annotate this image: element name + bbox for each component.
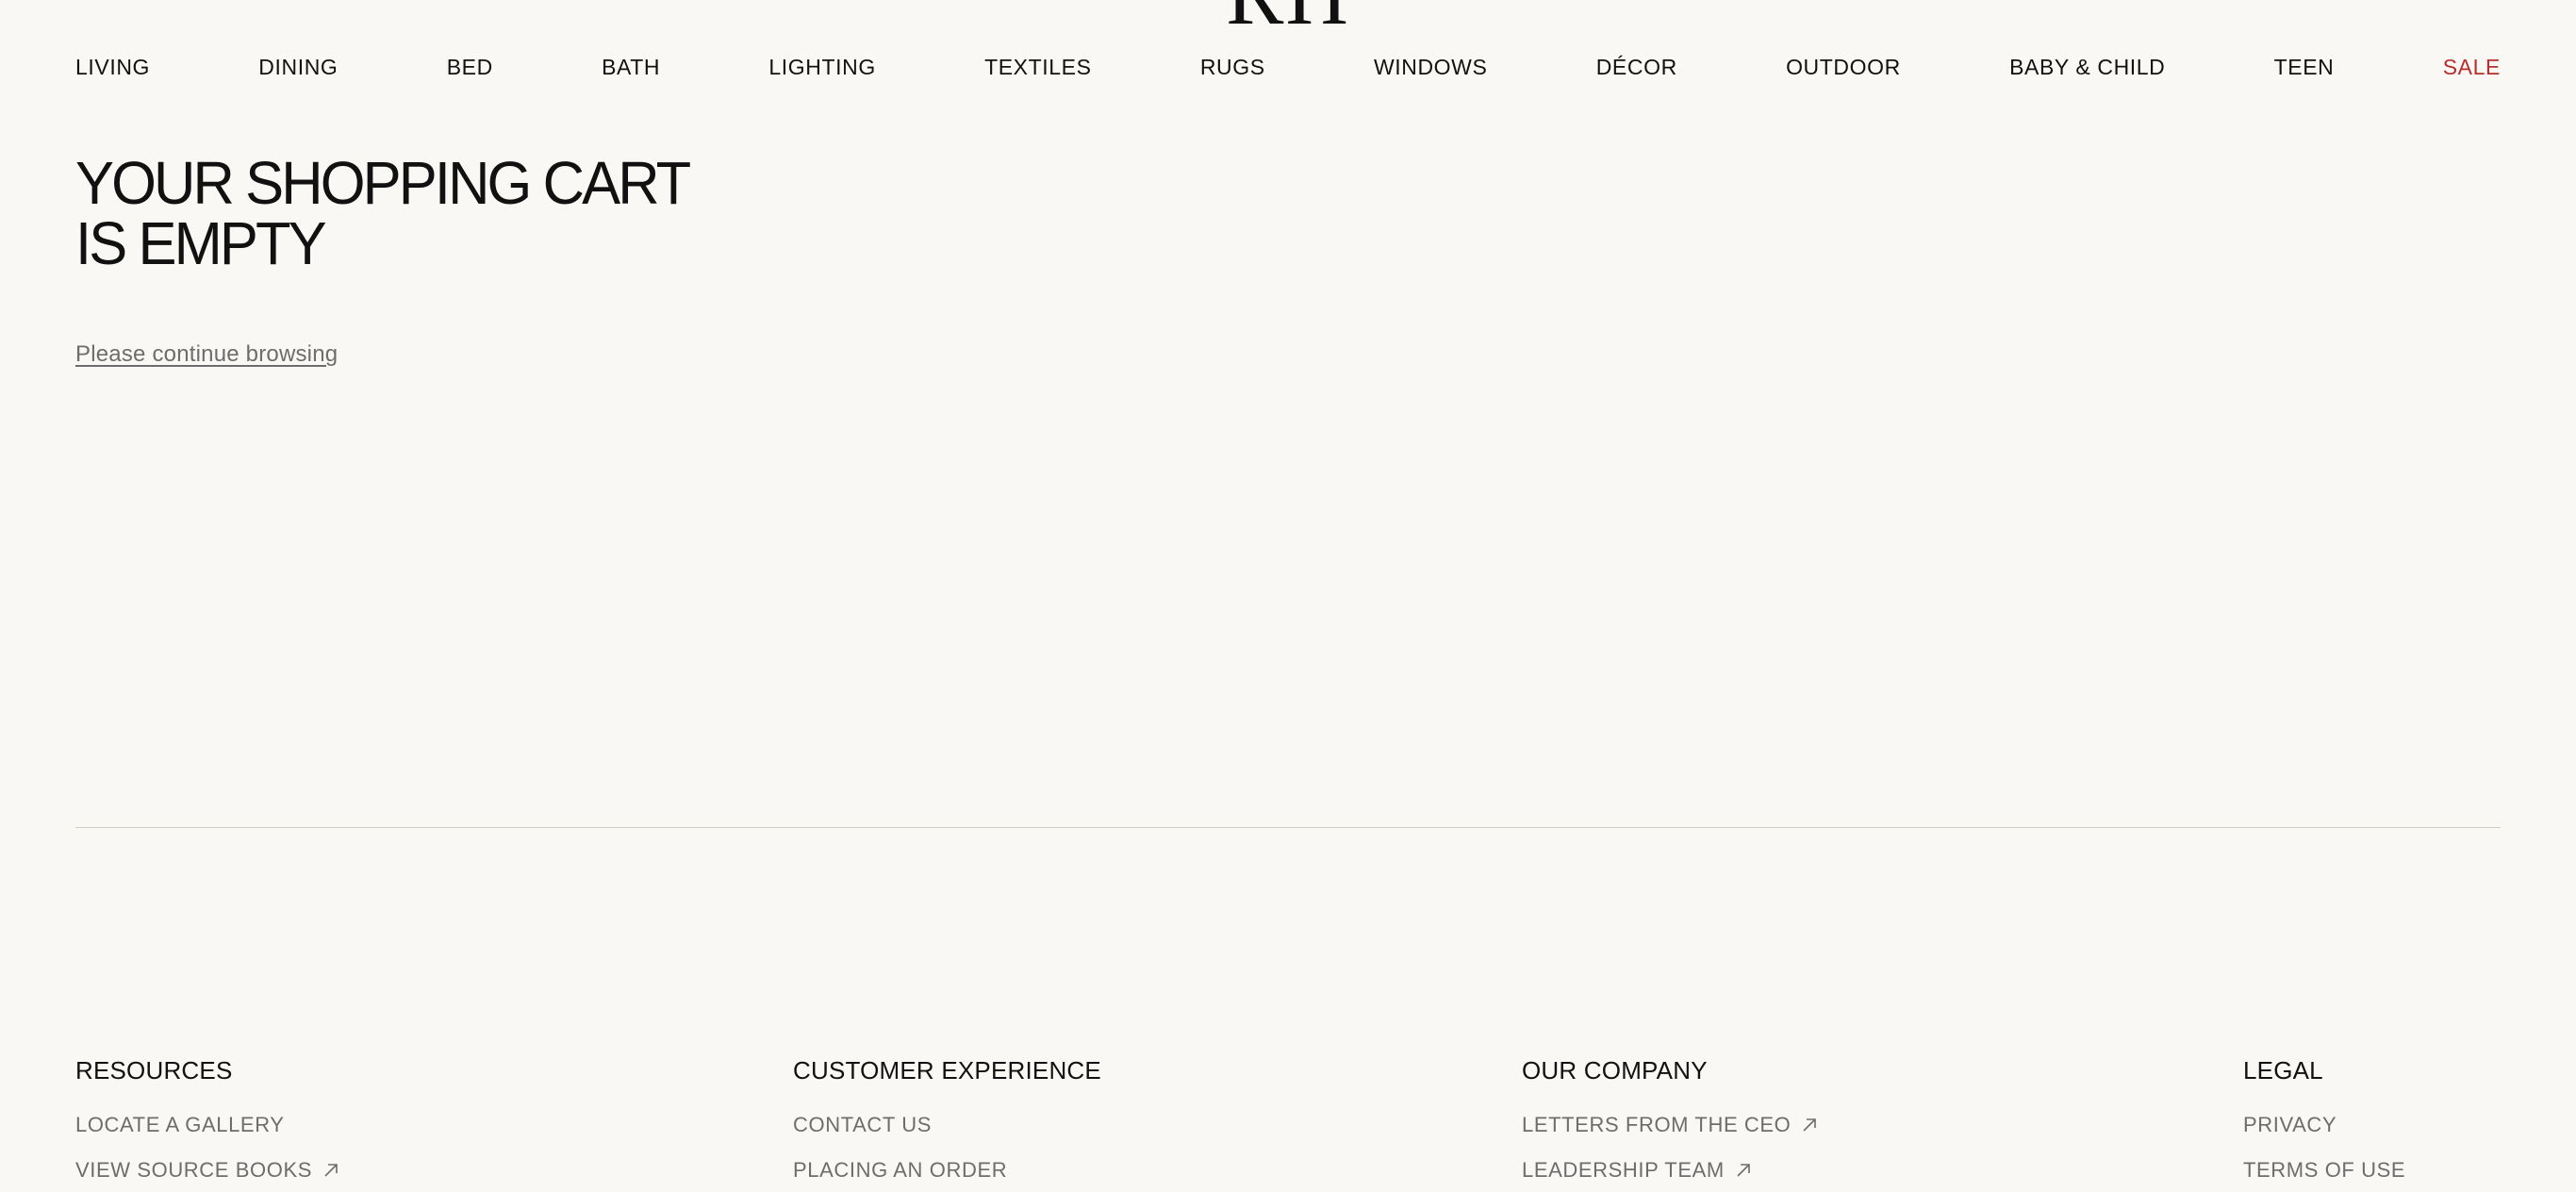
nav-item-bath[interactable]: BATH xyxy=(602,55,660,79)
nav-item-living[interactable]: LIVING xyxy=(75,55,150,79)
nav-item-teen[interactable]: TEEN xyxy=(2274,55,2335,79)
nav-item-textiles[interactable]: TEXTILES xyxy=(984,55,1091,79)
footer-heading-our-company: OUR COMPANY xyxy=(1522,1056,1708,1084)
footer-link-label: LEADERSHIP TEAM xyxy=(1522,1158,1725,1182)
footer-column-customer-experience: CUSTOMER EXPERIENCE CONTACT US PLACING A… xyxy=(793,1056,1101,1183)
footer-link-privacy[interactable]: PRIVACY xyxy=(2243,1113,2405,1137)
footer-link-leadership-team[interactable]: LEADERSHIP TEAM xyxy=(1522,1158,1817,1183)
footer-link-view-source-books[interactable]: VIEW SOURCE BOOKS xyxy=(75,1158,339,1183)
nav-item-bed[interactable]: BED xyxy=(447,55,493,79)
continue-browsing-link[interactable]: Please continue browsing xyxy=(75,341,338,368)
footer-divider xyxy=(75,827,2501,828)
main-navigation: LIVING DINING BED BATH LIGHTING TEXTILES… xyxy=(75,55,2501,79)
nav-item-windows[interactable]: WINDOWS xyxy=(1374,55,1487,79)
footer-column-resources: RESOURCES LOCATE A GALLERY VIEW SOURCE B… xyxy=(75,1056,339,1183)
nav-item-lighting[interactable]: LIGHTING xyxy=(768,55,875,79)
nav-item-sale[interactable]: SALE xyxy=(2443,55,2501,79)
external-link-icon xyxy=(1802,1118,1817,1133)
footer-column-our-company: OUR COMPANY LETTERS FROM THE CEO LEADERS… xyxy=(1522,1056,1817,1183)
footer-link-label: PRIVACY xyxy=(2243,1113,2337,1136)
page-title: YOUR SHOPPING CART IS EMPTY xyxy=(75,149,690,277)
footer-link-label: TERMS OF USE xyxy=(2243,1158,2406,1182)
footer-link-label: PLACING AN ORDER xyxy=(793,1158,1008,1182)
footer-link-letters-from-ceo[interactable]: LETTERS FROM THE CEO xyxy=(1522,1113,1817,1137)
footer-link-label: CONTACT US xyxy=(793,1113,932,1136)
footer-heading-legal: LEGAL xyxy=(2243,1056,2323,1084)
nav-item-dining[interactable]: DINING xyxy=(258,55,338,79)
external-link-icon xyxy=(323,1163,339,1178)
rh-logo[interactable]: RH xyxy=(1222,0,1354,38)
footer-link-contact-us[interactable]: CONTACT US xyxy=(793,1113,1101,1137)
footer-link-terms-of-use[interactable]: TERMS OF USE xyxy=(2243,1158,2405,1183)
external-link-icon xyxy=(1736,1163,1751,1178)
footer-heading-resources: RESOURCES xyxy=(75,1056,233,1084)
footer-link-placing-order[interactable]: PLACING AN ORDER xyxy=(793,1158,1101,1183)
nav-item-outdoor[interactable]: OUTDOOR xyxy=(1786,55,1901,79)
footer-column-legal: LEGAL PRIVACY TERMS OF USE xyxy=(2243,1056,2405,1183)
footer-link-label: LOCATE A GALLERY xyxy=(75,1113,285,1136)
nav-item-rugs[interactable]: RUGS xyxy=(1200,55,1265,79)
footer-heading-customer-experience: CUSTOMER EXPERIENCE xyxy=(793,1056,1101,1084)
nav-item-decor[interactable]: DÉCOR xyxy=(1596,55,1677,79)
footer-link-label: VIEW SOURCE BOOKS xyxy=(75,1158,313,1182)
nav-item-baby-child[interactable]: BABY & CHILD xyxy=(2009,55,2165,79)
footer-link-label: LETTERS FROM THE CEO xyxy=(1522,1113,1792,1136)
footer-link-locate-gallery[interactable]: LOCATE A GALLERY xyxy=(75,1113,339,1137)
